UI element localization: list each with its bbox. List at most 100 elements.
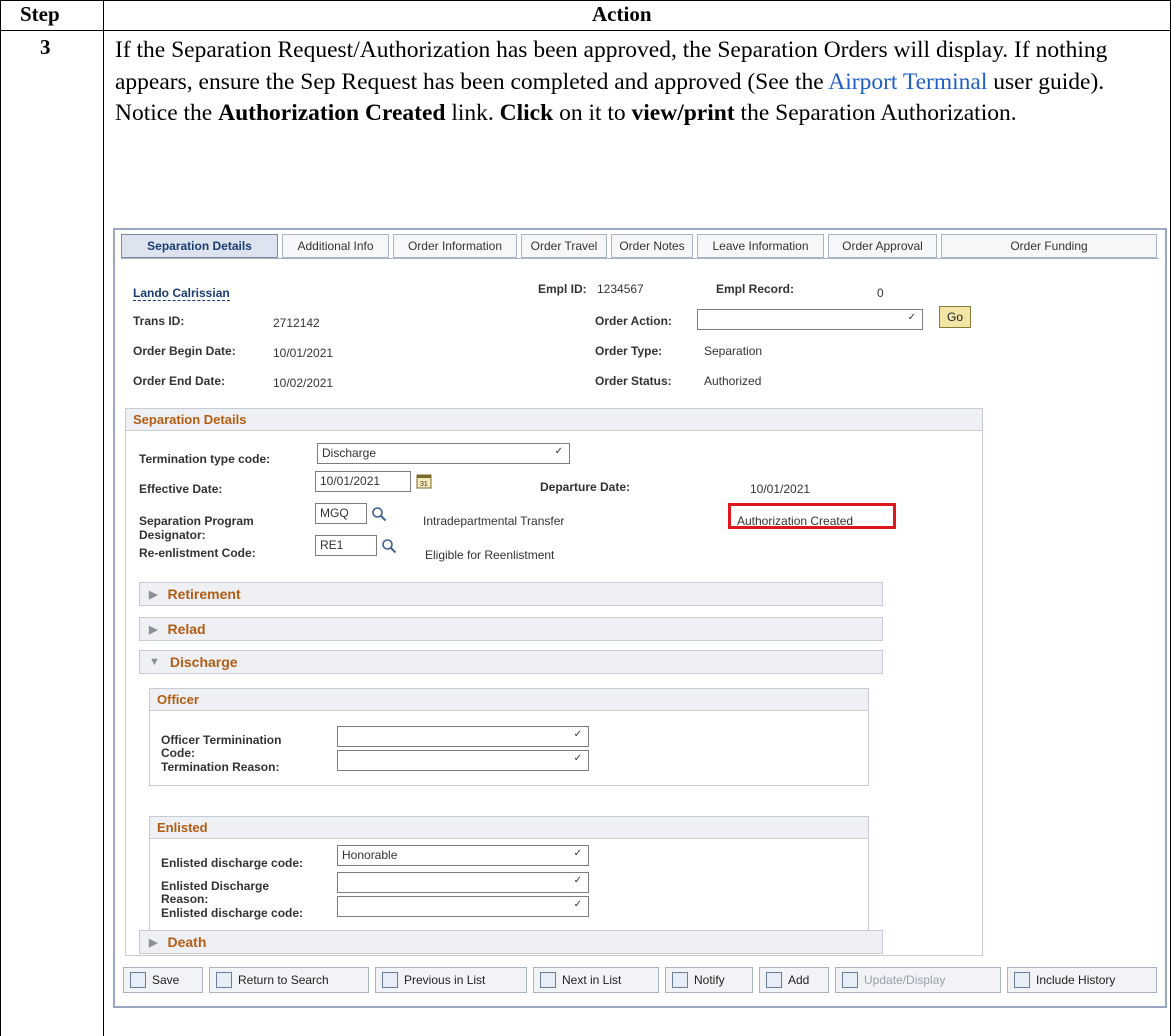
order-status-label: Order Status: [595, 374, 672, 388]
reenlistment-code-label: Re-enlistment Code: [139, 546, 256, 560]
termination-reason-select[interactable]: ✓ [337, 750, 589, 771]
reenlistment-description: Eligible for Reenlistment [425, 548, 555, 562]
tab-order-travel[interactable]: Order Travel [521, 234, 607, 258]
officer-group-title: Officer [149, 688, 869, 711]
tab-order-approval[interactable]: Order Approval [828, 234, 937, 258]
empl-id-label: Empl ID: [538, 282, 587, 296]
previous-icon [382, 972, 398, 988]
airport-terminal-link[interactable]: Airport Terminal [828, 69, 987, 95]
chevron-down-icon: ✓ [573, 875, 582, 886]
chevron-down-icon: ✓ [573, 753, 582, 764]
next-in-list-button[interactable]: Next in List [533, 967, 659, 993]
trans-id-value: 2712142 [273, 316, 320, 330]
table-column-divider [103, 0, 104, 1036]
officer-termination-code-label-cont: Code: [161, 746, 195, 760]
discharge-section-header[interactable]: ▼ Discharge [139, 650, 883, 674]
departure-date-label: Departure Date: [540, 480, 631, 494]
triangle-down-icon: ▼ [149, 656, 160, 668]
separation-program-description: Intradepartmental Transfer [423, 514, 565, 528]
relad-section-header[interactable]: ▶ Relad [139, 617, 883, 641]
enlisted-discharge-reason-label: Enlisted Discharge [161, 879, 270, 893]
separation-program-input[interactable]: MGQ [315, 503, 367, 524]
search-icon[interactable] [381, 538, 397, 554]
order-action-label: Order Action: [595, 314, 672, 328]
chevron-down-icon: ✓ [907, 312, 916, 323]
include-history-icon [1014, 972, 1030, 988]
effective-date-label: Effective Date: [139, 482, 223, 496]
termination-type-label: Termination type code: [139, 452, 271, 466]
go-button[interactable]: Go [939, 306, 971, 328]
search-icon[interactable] [371, 506, 387, 522]
update-display-button[interactable]: Update/Display [835, 967, 1001, 993]
triangle-right-icon: ▶ [149, 936, 158, 949]
tab-order-information[interactable]: Order Information [393, 234, 517, 258]
return-to-search-button[interactable]: Return to Search [209, 967, 369, 993]
triangle-right-icon: ▶ [149, 623, 158, 636]
order-type-value: Separation [704, 344, 763, 358]
action-column-header: Action [592, 2, 652, 26]
include-history-button[interactable]: Include History [1007, 967, 1157, 993]
step-column-header: Step [20, 2, 60, 26]
empl-record-label: Empl Record: [716, 282, 795, 296]
enlisted-discharge-code-2-select[interactable]: ✓ [337, 896, 589, 917]
add-button[interactable]: Add [759, 967, 829, 993]
departure-date-value: 10/01/2021 [750, 482, 811, 496]
order-type-label: Order Type: [595, 344, 663, 358]
tab-separation-details[interactable]: Separation Details [121, 234, 278, 258]
order-action-select[interactable]: ✓ [697, 309, 923, 330]
enlisted-discharge-code-label: Enlisted discharge code: [161, 856, 304, 870]
table-border-left [0, 0, 1, 1036]
order-status-value: Authorized [704, 374, 762, 388]
enlisted-discharge-code-2-label: Enlisted discharge code: [161, 906, 304, 920]
order-end-date-label: Order End Date: [133, 374, 226, 388]
officer-termination-code-select[interactable]: ✓ [337, 726, 589, 747]
death-section-header[interactable]: ▶ Death [139, 930, 883, 954]
chevron-down-icon: ✓ [573, 848, 582, 859]
table-border-top [0, 0, 1171, 1]
tab-order-funding[interactable]: Order Funding [941, 234, 1157, 258]
separation-details-title: Separation Details [125, 408, 983, 431]
enlisted-group-title: Enlisted [149, 816, 869, 839]
save-button[interactable]: Save [123, 967, 203, 993]
tab-order-notes[interactable]: Order Notes [611, 234, 693, 258]
table-header-divider [0, 30, 1171, 31]
notify-icon [672, 972, 688, 988]
triangle-right-icon: ▶ [149, 588, 158, 601]
termination-type-select[interactable]: Discharge ✓ [317, 443, 570, 464]
order-begin-date-label: Order Begin Date: [133, 344, 236, 358]
step-number: 3 [40, 35, 51, 59]
separation-program-label: Separation Program [139, 514, 254, 528]
retirement-section-header[interactable]: ▶ Retirement [139, 582, 883, 606]
separation-program-label-cont: Designator: [139, 528, 206, 542]
page-toolbar: Save Return to Search Previous in List N… [123, 967, 1157, 997]
enlisted-discharge-reason-label-cont: Reason: [161, 892, 209, 906]
calendar-icon[interactable]: 31 [416, 473, 432, 489]
tab-baseline [121, 258, 1159, 259]
order-begin-date-value: 10/01/2021 [273, 346, 334, 360]
empl-id-value: 1234567 [597, 282, 644, 296]
termination-reason-label: Termination Reason: [161, 760, 280, 774]
instruction-paragraph: If the Separation Request/Authorization … [115, 37, 1108, 126]
svg-text:31: 31 [420, 481, 428, 488]
enlisted-discharge-reason-select[interactable]: ✓ [337, 872, 589, 893]
previous-in-list-button[interactable]: Previous in List [375, 967, 527, 993]
return-search-icon [216, 972, 232, 988]
reenlistment-code-input[interactable]: RE1 [315, 535, 377, 556]
add-icon [766, 972, 782, 988]
trans-id-label: Trans ID: [133, 314, 185, 328]
chevron-down-icon: ✓ [573, 899, 582, 910]
peoplesoft-screenshot: Separation Details Additional Info Order… [113, 228, 1167, 1008]
effective-date-input[interactable]: 10/01/2021 [315, 471, 411, 492]
tab-leave-information[interactable]: Leave Information [697, 234, 824, 258]
chevron-down-icon: ✓ [554, 446, 563, 457]
authorization-highlight-box [728, 503, 896, 529]
save-icon [130, 972, 146, 988]
employee-name-link[interactable]: Lando Calrissian [133, 286, 230, 301]
next-icon [540, 972, 556, 988]
update-display-icon [842, 972, 858, 988]
officer-termination-code-label: Officer Terminination [161, 733, 282, 747]
tab-additional-info[interactable]: Additional Info [282, 234, 389, 258]
chevron-down-icon: ✓ [573, 729, 582, 740]
notify-button[interactable]: Notify [665, 967, 753, 993]
enlisted-discharge-code-select[interactable]: Honorable ✓ [337, 845, 589, 866]
